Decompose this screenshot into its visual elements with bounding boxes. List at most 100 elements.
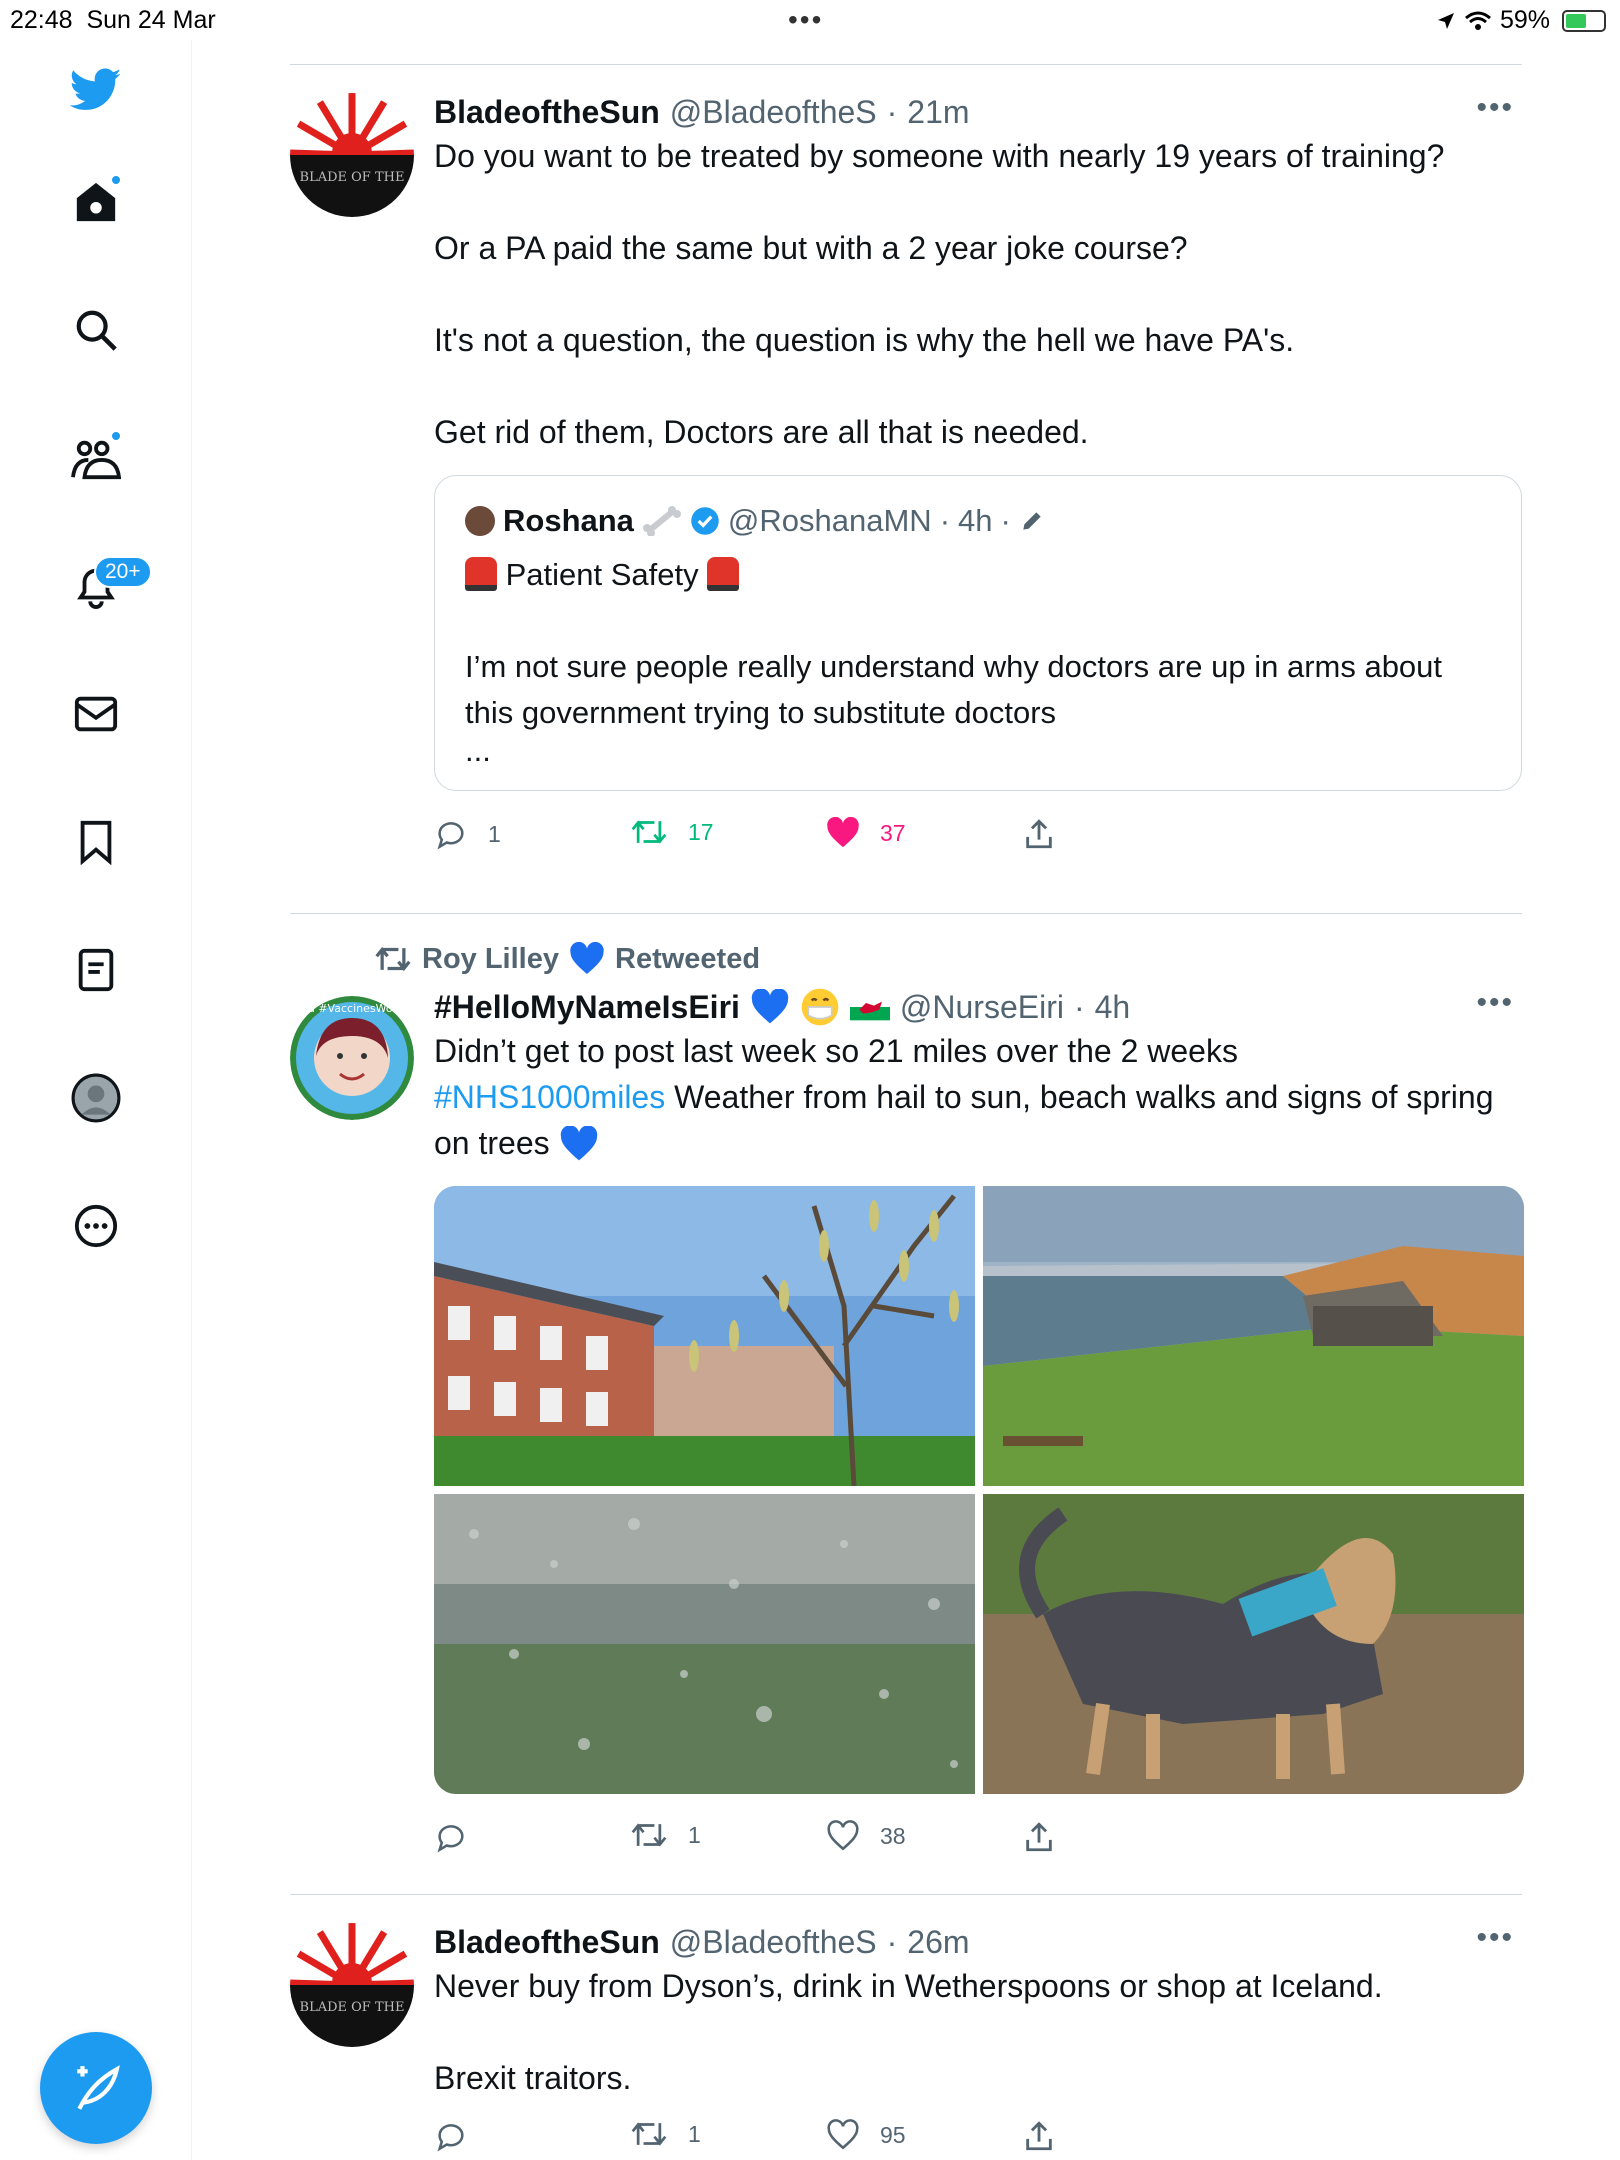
retweet-count: 1 [688, 2120, 701, 2147]
share-icon [1026, 2121, 1052, 2151]
more-options-icon[interactable] [56, 1186, 136, 1266]
blue-heart-icon [560, 1125, 597, 1161]
share-icon [1026, 819, 1052, 849]
author-name[interactable]: BladeoftheSun [434, 94, 660, 131]
blue-heart-icon [570, 942, 604, 974]
photo-trees-houses[interactable] [434, 1186, 975, 1486]
wifi-icon [1464, 11, 1491, 30]
quote-avatar [465, 506, 495, 536]
separator: · [1000, 503, 1011, 538]
photo-rain-window[interactable] [434, 1494, 975, 1794]
retweeter-name[interactable]: Roy Lilley [422, 943, 559, 976]
media-grid [434, 1186, 1524, 1794]
lists-icon[interactable] [56, 930, 136, 1010]
location-icon [1437, 12, 1454, 29]
separator: · [886, 1923, 898, 1960]
quote-author-handle[interactable]: @RoshanaMN [728, 503, 932, 539]
reply-button[interactable] [434, 1820, 488, 1854]
communities-icon[interactable] [56, 418, 136, 498]
retweeted-by-label: Roy Lilley Retweeted [374, 942, 760, 976]
explore-search-icon[interactable] [56, 290, 136, 370]
like-count: 37 [880, 819, 906, 846]
retweet-icon [375, 946, 411, 972]
tweet[interactable]: BLADE OF THE BladeoftheSun @BladeoftheS … [290, 1895, 1522, 2155]
blue-heart-icon [751, 989, 789, 1024]
like-button[interactable]: 37 [826, 817, 906, 849]
tweet-paragraph: Brexit traitors. [434, 2060, 632, 2096]
retweet-button[interactable]: 1 [630, 2119, 701, 2149]
reply-button[interactable]: 1 [434, 817, 501, 851]
retweeted-label: Retweeted [615, 942, 761, 975]
quote-ellipsis: ... [465, 733, 491, 768]
tweet-text: Didn’t get to post last week so 21 miles… [434, 1028, 1522, 1166]
retweet-icon [631, 2122, 667, 2146]
tweet-actions: 1 38 [434, 1810, 1522, 1868]
multitask-dots[interactable]: ••• [788, 4, 823, 36]
tweet[interactable]: Roy Lilley Retweeted I'm vaccinated #Vac… [290, 914, 1524, 1894]
reply-icon [437, 822, 464, 850]
battery-icon [1562, 9, 1606, 32]
timestamp[interactable]: 26m [907, 1924, 969, 1961]
battery-percent: 59% [1499, 6, 1550, 34]
mask-face-icon [801, 988, 839, 1026]
author-handle[interactable]: @NurseEiri [900, 989, 1064, 1026]
avatar[interactable]: BLADE OF THE [290, 1923, 414, 2047]
quoted-tweet[interactable]: Roshana @RoshanaMN · 4h · Patient Safety… [434, 475, 1522, 791]
tweet-text: Never buy from Dyson’s, drink in Wethers… [434, 1963, 1522, 2101]
share-button[interactable] [1022, 817, 1056, 851]
share-button[interactable] [1022, 1820, 1056, 1854]
reply-icon [437, 2124, 464, 2152]
heart-outline-icon [827, 2119, 859, 2150]
reply-count: 1 [488, 820, 501, 847]
quote-body: I’m not sure people really understand wh… [465, 649, 1443, 730]
retweet-icon [631, 1823, 667, 1847]
author-handle[interactable]: @BladeoftheS [670, 1924, 877, 1961]
verified-badge-icon [691, 507, 719, 535]
avatar[interactable]: BLADE OF THE [290, 93, 414, 217]
separator: · [886, 93, 898, 130]
home-icon[interactable] [56, 162, 136, 242]
photo-beach-cliff[interactable] [983, 1186, 1524, 1486]
edited-pencil-icon [1023, 512, 1041, 530]
author-name[interactable]: #HelloMyNameIsEiri [434, 989, 740, 1026]
twitter-logo-icon[interactable] [56, 50, 136, 130]
communities-unread-dot [110, 430, 122, 442]
tweet-text-part: Didn’t get to post last week so 21 miles… [434, 1033, 1238, 1069]
avatar[interactable]: I'm vaccinated #VaccinesWork #TeamCNO [290, 996, 414, 1120]
hashtag-link[interactable]: #NHS1000miles [434, 1079, 665, 1115]
sidebar: 20+ [0, 40, 192, 2160]
siren-icon [465, 557, 497, 591]
notifications-bell-icon[interactable]: 20+ [56, 546, 152, 626]
timestamp[interactable]: 4h [1095, 989, 1131, 1026]
retweet-icon [631, 820, 667, 844]
photo-dog[interactable] [983, 1494, 1524, 1794]
profile-avatar-icon[interactable] [56, 1058, 136, 1138]
retweet-count: 1 [688, 1821, 701, 1848]
timestamp[interactable]: 21m [907, 94, 969, 131]
compose-tweet-button[interactable] [40, 2032, 152, 2144]
heart-outline-icon [827, 1820, 859, 1851]
quote-timestamp[interactable]: 4h [958, 503, 992, 539]
more-options-button[interactable]: ••• [1476, 1921, 1514, 1955]
bookmarks-icon[interactable] [56, 802, 136, 882]
messages-envelope-icon[interactable] [56, 674, 136, 754]
share-button[interactable] [1022, 2119, 1056, 2153]
tweet-actions: 1 95 [434, 2109, 1522, 2160]
reply-button[interactable] [434, 2119, 488, 2153]
heart-filled-icon [827, 817, 859, 848]
more-options-button[interactable]: ••• [1476, 986, 1514, 1020]
tweet-actions: 1 17 37 [434, 807, 1522, 865]
reply-icon [437, 1825, 464, 1853]
author-name[interactable]: BladeoftheSun [434, 1924, 660, 1961]
author-handle[interactable]: @BladeoftheS [670, 94, 877, 131]
quote-author-name[interactable]: Roshana [503, 503, 634, 539]
like-button[interactable]: 95 [826, 2119, 906, 2151]
like-count: 38 [880, 1822, 906, 1849]
tweet[interactable]: BLADE OF THE BladeoftheSun @BladeoftheS … [290, 65, 1522, 913]
avatar-ring-text: I'm vaccinated #VaccinesWork #TeamCNO [290, 1002, 414, 1015]
retweet-button[interactable]: 1 [630, 1820, 701, 1850]
quote-line: Patient Safety [505, 557, 699, 592]
like-button[interactable]: 38 [826, 1820, 906, 1852]
more-options-button[interactable]: ••• [1476, 91, 1514, 125]
retweet-button[interactable]: 17 [630, 817, 714, 847]
